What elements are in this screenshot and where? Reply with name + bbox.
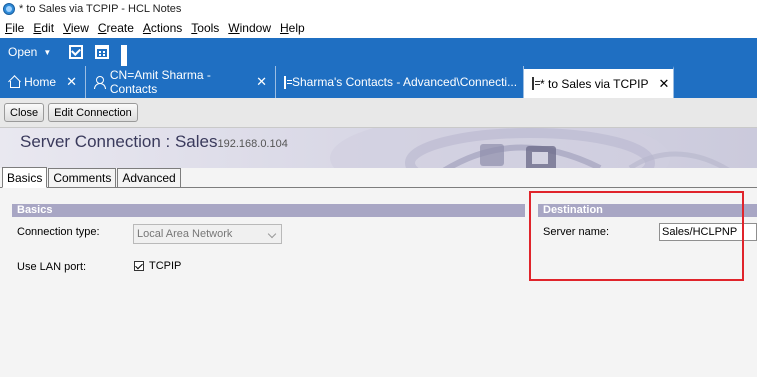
connection-type-value: Local Area Network xyxy=(137,228,233,240)
tab-sales-tcpip[interactable]: * to Sales via TCPIP ✕ xyxy=(524,66,674,98)
notes-app-icon xyxy=(3,3,15,15)
menu-bar: File Edit View Create Actions Tools Wind… xyxy=(0,18,757,38)
edit-connection-button[interactable]: Edit Connection xyxy=(48,103,138,122)
page-title: Server Connection : Sales192.168.0.104 xyxy=(20,132,288,152)
tab-label: CN=Amit Sharma - Contacts xyxy=(109,68,211,96)
window-titlebar: * to Sales via TCPIP - HCL Notes xyxy=(0,0,757,18)
person-icon xyxy=(94,76,106,89)
tab-advanced[interactable]: Advanced xyxy=(117,168,181,187)
close-icon[interactable]: ✕ xyxy=(649,76,670,92)
calendar-icon[interactable] xyxy=(95,45,110,59)
chevron-down-icon xyxy=(267,229,277,239)
window-title: * to Sales via TCPIP - HCL Notes xyxy=(19,3,182,15)
tab-advanced-connections[interactable]: Sharma's Contacts - Advanced\Connecti...… xyxy=(276,66,538,98)
close-button[interactable]: Close xyxy=(4,103,45,122)
connection-type-select[interactable]: Local Area Network xyxy=(133,224,282,244)
connection-type-label: Connection type: xyxy=(17,226,100,238)
home-icon xyxy=(8,76,21,88)
menu-view[interactable]: View xyxy=(60,21,95,35)
chevron-down-icon: ▼ xyxy=(43,47,52,57)
document-icon xyxy=(284,75,292,89)
mail-icon[interactable] xyxy=(69,45,84,59)
action-bar: Close Edit Connection xyxy=(0,98,757,128)
open-button[interactable]: Open ▼ xyxy=(8,45,51,59)
apps-grid-icon[interactable] xyxy=(121,45,135,69)
close-icon[interactable]: ✕ xyxy=(246,74,267,90)
tabs-bar: Home ✕ CN=Amit Sharma - Contacts ✕ Sharm… xyxy=(0,66,757,98)
menu-edit[interactable]: Edit xyxy=(30,21,60,35)
menu-window[interactable]: Window xyxy=(225,21,277,35)
tab-comments[interactable]: Comments xyxy=(48,168,117,187)
form-header-banner: Server Connection : Sales192.168.0.104 xyxy=(0,128,757,168)
toolbar: Open ▼ xyxy=(0,38,757,69)
tcpip-label: TCPIP xyxy=(149,260,182,272)
menu-file[interactable]: File xyxy=(2,21,30,35)
tab-label: Home xyxy=(24,75,57,89)
basics-section-header: Basics xyxy=(12,204,525,217)
tab-contacts[interactable]: CN=Amit Sharma - Contacts ✕ xyxy=(86,66,276,98)
tab-label: * to Sales via TCPIP xyxy=(540,76,649,91)
server-connection-title: Server Connection : Sales xyxy=(20,132,218,151)
tcpip-checkbox[interactable] xyxy=(134,261,144,271)
menu-help[interactable]: Help xyxy=(277,21,311,35)
lan-port-label: Use LAN port: xyxy=(17,261,87,273)
server-ip: 192.168.0.104 xyxy=(217,138,288,150)
tab-home[interactable]: Home ✕ xyxy=(0,66,86,98)
tab-basics[interactable]: Basics xyxy=(2,167,48,188)
highlight-box xyxy=(529,191,744,281)
menu-actions[interactable]: Actions xyxy=(140,21,188,35)
menu-tools[interactable]: Tools xyxy=(188,21,225,35)
open-label: Open xyxy=(8,45,38,59)
network-cable-graphic xyxy=(330,128,730,168)
tab-label: Sharma's Contacts - Advanced\Connecti... xyxy=(292,75,518,89)
close-icon[interactable]: ✕ xyxy=(56,74,77,90)
menu-create[interactable]: Create xyxy=(95,21,140,35)
form-tabs: Basics Comments Advanced xyxy=(0,167,757,188)
document-icon xyxy=(532,77,540,90)
